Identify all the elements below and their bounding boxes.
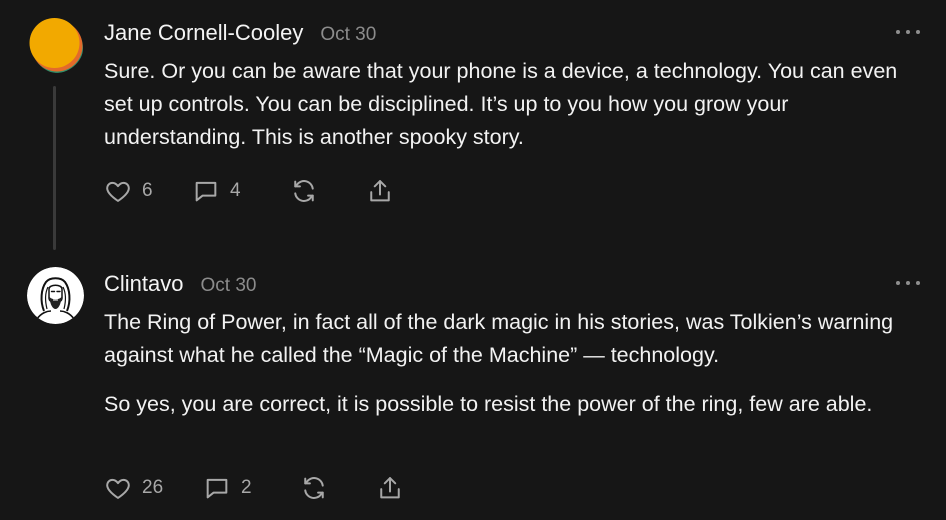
share-button[interactable] (376, 473, 404, 503)
like-button[interactable]: 6 (104, 176, 153, 206)
author-avatar[interactable] (27, 267, 84, 324)
comment-count: 2 (241, 477, 252, 498)
author-name[interactable]: Jane Cornell-Cooley (104, 20, 303, 46)
like-count: 6 (142, 180, 153, 201)
post-header: Jane Cornell-Cooley Oct 30 (104, 20, 376, 46)
restack-button[interactable] (300, 473, 328, 503)
comment-post: Clintavo Oct 30 The Ring of Power, in fa… (0, 250, 946, 520)
restack-button[interactable] (290, 176, 318, 206)
post-header: Clintavo Oct 30 (104, 271, 256, 297)
post-body: The Ring of Power, in fact all of the da… (104, 306, 924, 421)
post-paragraph: So yes, you are correct, it is possible … (104, 392, 873, 416)
comment-post: Jane Cornell-Cooley Oct 30 Sure. Or you … (0, 0, 946, 250)
heart-icon (104, 474, 132, 502)
share-icon (366, 177, 394, 205)
post-body: Sure. Or you can be aware that your phon… (104, 55, 924, 154)
thread-line (53, 86, 56, 250)
speech-bubble-icon (203, 474, 231, 502)
post-paragraph: Sure. Or you can be aware that your phon… (104, 59, 898, 149)
post-date[interactable]: Oct 30 (200, 275, 256, 297)
comment-count: 4 (230, 180, 241, 201)
like-button[interactable]: 26 (104, 473, 163, 503)
comment-button[interactable]: 2 (203, 473, 252, 503)
like-count: 26 (142, 477, 164, 498)
share-icon (376, 474, 404, 502)
author-avatar[interactable] (27, 16, 84, 73)
author-name[interactable]: Clintavo (104, 271, 183, 297)
more-options-icon[interactable] (896, 278, 920, 288)
restack-icon (300, 474, 328, 502)
speech-bubble-icon (192, 177, 220, 205)
share-button[interactable] (366, 176, 394, 206)
post-date[interactable]: Oct 30 (320, 24, 376, 46)
heart-icon (104, 177, 132, 205)
comment-button[interactable]: 4 (192, 176, 241, 206)
more-options-icon[interactable] (896, 27, 920, 37)
restack-icon (290, 177, 318, 205)
post-paragraph: The Ring of Power, in fact all of the da… (104, 310, 894, 367)
